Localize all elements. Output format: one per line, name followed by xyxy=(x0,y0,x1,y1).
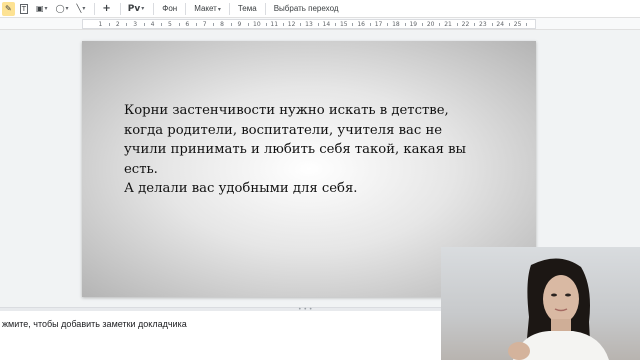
ruler-number: 7 xyxy=(202,21,207,28)
ruler-tick xyxy=(387,23,389,26)
ruler-tick xyxy=(196,23,197,26)
ruler-track: 1 2 3 4 5 6 7 8 9 10 11 12 13 14 15 16 17 18 19 20 21 22 23 24 2… xyxy=(82,19,536,29)
ruler-tick xyxy=(352,23,354,26)
ruler-number: 12 xyxy=(287,21,296,28)
image-icon: ▣ xyxy=(35,4,44,13)
ruler-number: 5 xyxy=(168,21,172,28)
textbox-tool-button[interactable]: T xyxy=(17,2,31,16)
speaker-notes-placeholder: жмите, чтобы добавить заметки докладчика xyxy=(2,319,187,329)
ruler-tick xyxy=(178,23,180,26)
ruler-number: 21 xyxy=(444,21,452,28)
new-comment-icon: + xyxy=(102,3,111,14)
ruler-tick xyxy=(317,23,319,26)
toolbar-divider xyxy=(119,2,121,15)
slide-text-line: Корни застенчивости нужно искать в детст… xyxy=(124,103,449,118)
ruler-number: 22 xyxy=(461,21,470,28)
toolbar: ✎ T ▣ ▾ ◯ ▾ ╲ ▾ + Pv ▾ Фон Макет▾ Тема В… xyxy=(0,0,640,18)
ruler-number: 19 xyxy=(409,21,418,28)
horizontal-ruler: 1 2 3 4 5 6 7 8 9 10 11 12 13 14 15 16 17 18 19 20 21 22 23 24 2… xyxy=(0,18,640,30)
ruler-tick xyxy=(282,23,284,26)
ruler-number: 13 xyxy=(305,21,313,28)
ruler-number: 23 xyxy=(479,21,487,28)
textbox-icon: T xyxy=(19,3,28,14)
toolbar-divider xyxy=(94,2,96,15)
toolbar-divider xyxy=(264,2,266,15)
pencil-icon: ✎ xyxy=(5,4,12,13)
ruler-number: 9 xyxy=(237,21,242,28)
ruler-number: 14 xyxy=(322,21,331,28)
ruler-tick xyxy=(526,23,528,26)
ruler-tick xyxy=(265,23,267,26)
ruler-number: 4 xyxy=(150,21,155,28)
chevron-down-icon: ▾ xyxy=(217,7,221,13)
ruler-tick xyxy=(456,23,458,26)
ruler-tick xyxy=(508,23,510,26)
ruler-number: 24 xyxy=(496,21,505,28)
font-dropdown[interactable]: Pv ▾ xyxy=(125,2,147,16)
ruler-tick xyxy=(143,23,145,26)
line-tool-button[interactable]: ╲ ▾ xyxy=(74,2,89,16)
ruler-tick xyxy=(474,23,476,26)
transition-button[interactable]: Выбрать переход xyxy=(270,4,343,13)
slide-text-line: когда родители, воспитатели, учителя вас… xyxy=(124,122,443,138)
ruler-tick xyxy=(404,23,406,26)
image-tool-button[interactable]: ▣ ▾ xyxy=(33,2,51,16)
chevron-down-icon: ▾ xyxy=(44,5,48,12)
ruler-number: 17 xyxy=(374,21,383,28)
ruler-number: 2 xyxy=(115,21,120,28)
ruler-number: 25 xyxy=(513,21,522,28)
shape-icon: ◯ xyxy=(55,4,65,13)
font-label: Pv xyxy=(127,3,141,14)
chevron-down-icon: ▾ xyxy=(65,5,69,12)
ruler-tick xyxy=(300,23,302,26)
chevron-down-icon: ▾ xyxy=(82,5,86,12)
layout-button[interactable]: Макет▾ xyxy=(190,4,225,13)
slide-text-line: А делали вас удобными для себя. xyxy=(124,181,358,196)
theme-button[interactable]: Тема xyxy=(234,4,261,13)
ruler-number: 16 xyxy=(357,21,365,28)
background-button[interactable]: Фон xyxy=(158,4,181,13)
new-comment-button[interactable]: + xyxy=(99,2,113,16)
ruler-tick xyxy=(335,23,337,26)
ruler-number: 1 xyxy=(98,21,103,28)
toolbar-divider xyxy=(185,2,187,15)
toolbar-divider xyxy=(153,2,155,15)
line-icon: ╲ xyxy=(76,4,82,13)
ruler-tick xyxy=(109,23,111,26)
toolbar-divider xyxy=(228,2,230,15)
slide-text-line: учили принимать и любить себя такой, как… xyxy=(124,142,467,157)
ruler-tick xyxy=(422,23,423,26)
ruler-tick xyxy=(161,23,163,26)
ruler-number: 18 xyxy=(392,21,400,28)
ruler-number: 3 xyxy=(133,21,138,28)
ruler-number: 11 xyxy=(270,21,279,28)
webcam-video-overlay xyxy=(441,247,640,360)
ruler-tick xyxy=(491,23,493,26)
presenter-figure xyxy=(508,258,609,360)
slide-text-box[interactable]: Корни застенчивости нужно искать в детст… xyxy=(124,101,504,199)
ruler-tick xyxy=(230,23,232,26)
chevron-down-icon: ▾ xyxy=(141,5,145,12)
ruler-tick xyxy=(248,23,250,26)
ruler-number: 10 xyxy=(253,21,261,28)
ruler-tick xyxy=(369,23,371,26)
ruler-number: 6 xyxy=(185,21,190,28)
ruler-number: 20 xyxy=(426,21,435,28)
ruler-tick xyxy=(439,23,441,26)
select-tool-button[interactable]: ✎ xyxy=(2,1,15,16)
slide-text-line: есть. xyxy=(124,161,158,177)
ruler-number: 8 xyxy=(220,21,224,28)
ruler-number: 15 xyxy=(339,21,348,28)
ruler-tick xyxy=(213,23,215,26)
ruler-tick xyxy=(126,23,128,26)
layout-label: Макет xyxy=(194,4,217,13)
shape-tool-button[interactable]: ◯ ▾ xyxy=(53,2,72,16)
